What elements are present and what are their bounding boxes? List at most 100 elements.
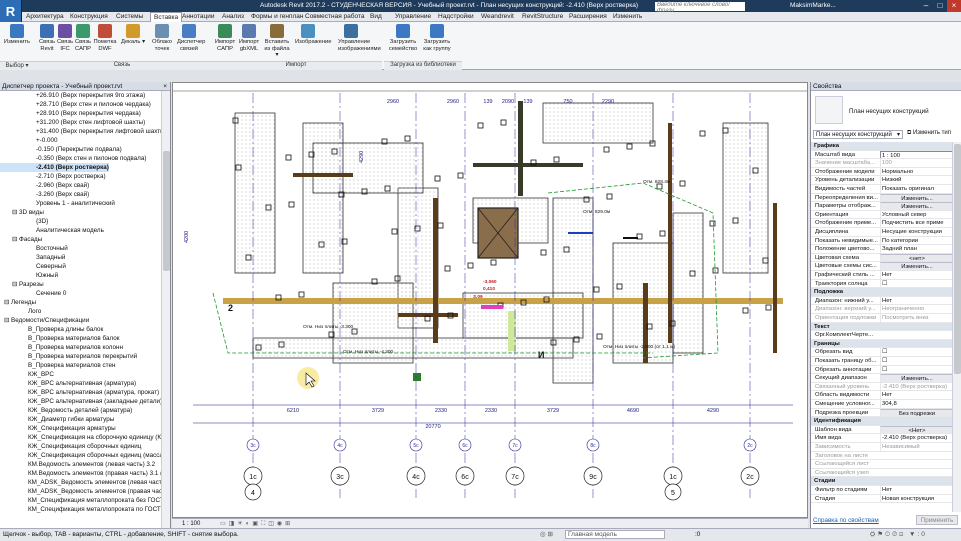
tab-4[interactable]: Аннотации bbox=[182, 13, 215, 20]
browser-item[interactable]: -3.260 (Верх свай) bbox=[0, 190, 89, 199]
property-value[interactable]: Без подрезки bbox=[880, 408, 953, 417]
browser-item[interactable]: КМ_ADSK_Ведомость элементов (правая част… bbox=[0, 487, 161, 496]
plan-drawing[interactable]: 6210 3729 2330 2330 3729 4690 4290 20770 2960 296… bbox=[173, 83, 808, 518]
property-row[interactable]: Цветовая схема <нет> bbox=[811, 253, 953, 263]
import-button-0[interactable]: Импорт САПР bbox=[212, 24, 238, 52]
property-value[interactable]: Нет bbox=[880, 271, 953, 279]
property-row[interactable]: Обрезать аннотации ☐ bbox=[811, 365, 953, 375]
tab-14[interactable]: Изменить bbox=[613, 13, 642, 20]
tab-12[interactable]: RevitStructure bbox=[522, 13, 563, 20]
property-value[interactable]: -2.410 (Верх ростверка) bbox=[880, 382, 953, 391]
property-row[interactable]: Диапазон: верхний у... Неограниченно bbox=[811, 305, 953, 314]
property-row[interactable]: Показать невидимые... По категории bbox=[811, 236, 953, 246]
property-value[interactable]: Изменить... bbox=[880, 193, 953, 202]
property-value[interactable]: Нормально bbox=[880, 167, 953, 176]
property-row[interactable]: Ориентация подложки Посмотреть вниз bbox=[811, 314, 953, 323]
edit-type-button[interactable]: ⧉ Изменить тип bbox=[907, 130, 951, 137]
search-input[interactable]: Введите ключевое слово/фразу bbox=[655, 2, 745, 14]
user-name[interactable]: MaksimMarke... bbox=[790, 2, 836, 9]
modify-button[interactable]: Изменить bbox=[2, 24, 32, 46]
property-value[interactable]: Новая конструкция bbox=[880, 494, 953, 503]
property-section[interactable]: Графика bbox=[811, 142, 953, 151]
browser-item[interactable]: +28.710 (Верх стен и пилонов чердака) bbox=[0, 100, 151, 109]
property-value[interactable]: Неограниченно bbox=[880, 305, 953, 314]
property-row[interactable]: Отображение модели Нормально bbox=[811, 167, 953, 177]
property-section[interactable]: Стадии bbox=[811, 477, 953, 486]
property-value[interactable]: ☐ bbox=[880, 348, 953, 357]
browser-item[interactable]: В_Проверка материалов колонн bbox=[0, 343, 123, 352]
import-button-3[interactable]: Изображение bbox=[295, 24, 332, 46]
tab-11[interactable]: Weandrevit bbox=[481, 13, 514, 20]
scroll-thumb[interactable] bbox=[163, 151, 170, 271]
library-button-1[interactable]: Загрузить как группу bbox=[420, 24, 454, 52]
browser-item[interactable]: {3D} bbox=[0, 217, 48, 226]
property-row[interactable]: Положение цветово... Задний план bbox=[811, 245, 953, 254]
property-row[interactable]: Подрезка проекции Без подрезки bbox=[811, 408, 953, 418]
browser-item[interactable]: Аналитическая модель bbox=[0, 226, 104, 235]
revit-logo[interactable]: R bbox=[0, 0, 22, 22]
link-button-5[interactable]: Облако точек bbox=[150, 24, 174, 52]
browser-item[interactable]: КМ.Ведомость элементов (левая часть) 3.2 bbox=[0, 460, 155, 469]
property-row[interactable]: Масштаб вида 1 : 100 bbox=[811, 150, 953, 160]
minimize-icon[interactable]: – bbox=[919, 0, 933, 12]
tab-8[interactable]: Вид bbox=[370, 13, 382, 20]
property-row[interactable]: Шаблон вида <Нет> bbox=[811, 425, 953, 435]
property-row[interactable]: Секущий диапазон Изменить... bbox=[811, 374, 953, 383]
browser-item[interactable]: -2.410 (Верх ростверка) bbox=[0, 163, 109, 172]
scroll-thumb[interactable] bbox=[954, 144, 961, 374]
browser-item[interactable]: КЖ_Ведомость деталей (арматура) bbox=[0, 406, 132, 415]
property-value[interactable]: ☐ bbox=[880, 357, 953, 365]
property-value[interactable]: -2.410 (Верх ростверка) bbox=[880, 434, 953, 443]
property-value[interactable]: Задний план bbox=[880, 245, 953, 253]
property-value[interactable]: Изменить... bbox=[880, 374, 953, 382]
property-row[interactable]: Отображение приме... Подчистить все приме bbox=[811, 219, 953, 228]
property-row[interactable]: Траектория солнца ☐ bbox=[811, 279, 953, 289]
browser-item[interactable]: Восточный bbox=[0, 244, 68, 253]
browser-item[interactable]: -0.150 (Перекрытие подвала) bbox=[0, 145, 122, 154]
property-value[interactable]: ☐ bbox=[880, 365, 953, 374]
property-section[interactable]: Границы bbox=[811, 339, 953, 349]
browser-item[interactable]: КЖ_ВРС альтернативная (арматура, прокат) bbox=[0, 388, 159, 397]
browser-item[interactable]: Сечение 0 bbox=[0, 289, 66, 298]
browser-item[interactable]: +28.910 (Верх перекрытия чердака) bbox=[0, 109, 141, 118]
import-button-4[interactable]: Управление изображениями bbox=[338, 24, 381, 52]
apply-button[interactable]: Применить bbox=[916, 515, 958, 525]
property-row[interactable]: Ссылающийся лист bbox=[811, 460, 953, 469]
import-button-2[interactable]: Вставить из файла ▾ bbox=[264, 24, 290, 59]
type-selector[interactable]: План несущих конструкций ▾ bbox=[813, 130, 903, 139]
link-button-2[interactable]: Связь САПР bbox=[71, 24, 95, 52]
browser-item[interactable]: +-0.000 bbox=[0, 136, 58, 145]
tab-13[interactable]: Расширения bbox=[569, 13, 607, 20]
property-section[interactable]: Текст bbox=[811, 322, 953, 332]
tab-10[interactable]: Надстройки bbox=[438, 13, 474, 20]
property-section[interactable]: Подложка bbox=[811, 288, 953, 297]
tab-2[interactable]: Системы bbox=[116, 13, 143, 20]
link-button-4[interactable]: Декаль ▾ bbox=[121, 24, 145, 46]
property-value[interactable]: Нет bbox=[880, 391, 953, 400]
browser-item[interactable]: ⊟ Ведомости/Спецификации bbox=[0, 316, 89, 325]
property-value[interactable]: По категории bbox=[880, 236, 953, 245]
browser-item[interactable]: -2.960 (Верх свай) bbox=[0, 181, 89, 190]
browser-item[interactable]: Уровень 1 - аналитический bbox=[0, 199, 115, 208]
property-value[interactable]: Независимый bbox=[880, 443, 953, 451]
property-row[interactable]: Область видимости Нет bbox=[811, 391, 953, 400]
select-group[interactable]: Выбор ▾ bbox=[0, 61, 34, 70]
property-value[interactable]: Несущие конструкции bbox=[880, 228, 953, 236]
browser-item[interactable]: КЖ_Спецификация арматуры bbox=[0, 424, 116, 433]
browser-item[interactable]: Западный bbox=[0, 253, 65, 262]
tab-9[interactable]: Управление bbox=[395, 13, 431, 20]
tab-0[interactable]: Архитектура bbox=[26, 13, 64, 20]
property-row[interactable]: Имя вида -2.410 (Верх ростверка) bbox=[811, 434, 953, 443]
drawing-canvas[interactable]: 6210 3729 2330 2330 3729 4690 4290 20770 2960 296… bbox=[172, 82, 808, 518]
browser-item[interactable]: КЖ_ВРС альтернативная (арматура) bbox=[0, 379, 136, 388]
tab-1[interactable]: Конструкция bbox=[70, 13, 108, 20]
property-row[interactable]: Стадия Новая конструкция bbox=[811, 494, 953, 504]
browser-item[interactable]: КЖ_Диаметр гибки арматуры bbox=[0, 415, 114, 424]
property-value[interactable]: Посмотреть вниз bbox=[880, 314, 953, 322]
browser-item[interactable]: КЖ_Спецификация сборочных единиц bbox=[0, 442, 141, 451]
browser-item[interactable]: +26.910 (Верх перекрытия 9го этажа) bbox=[0, 91, 145, 100]
close-icon[interactable]: × bbox=[947, 0, 961, 12]
property-row[interactable]: Связанный уровень -2.410 (Верх ростверка) bbox=[811, 382, 953, 392]
property-value[interactable]: Подчистить все приме bbox=[880, 219, 953, 228]
property-row[interactable]: Фильтр по стадиям Нет bbox=[811, 486, 953, 495]
